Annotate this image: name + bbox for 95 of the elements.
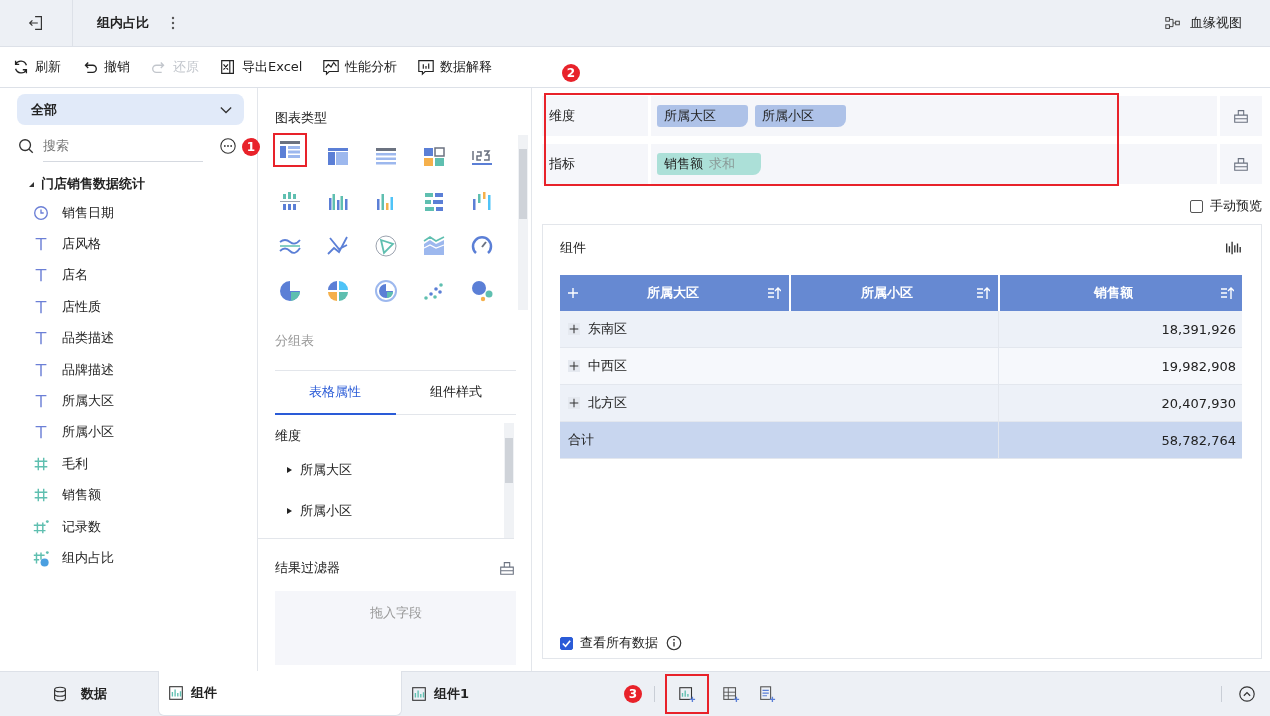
expand-icon[interactable]: [568, 323, 580, 335]
field-name[interactable]: 品类描述: [62, 329, 114, 348]
sort-icon[interactable]: [975, 286, 990, 300]
more-options-icon[interactable]: [219, 137, 237, 155]
shelf-label: 维度: [542, 96, 648, 136]
table-cell: 东南区: [560, 311, 999, 348]
exit-icon[interactable]: [27, 14, 45, 32]
sheet-tab[interactable]: 数据: [0, 671, 158, 716]
clock-icon: [32, 203, 50, 222]
section-label: 维度: [275, 427, 302, 445]
radar-chart-icon[interactable]: [374, 234, 398, 259]
caret-icon: [285, 506, 293, 515]
field-pill[interactable]: 所属小区: [755, 105, 846, 127]
tab[interactable]: 组件样式: [395, 371, 516, 415]
add-chart-button[interactable]: [667, 676, 707, 712]
field-name[interactable]: 销售日期: [62, 203, 114, 222]
line-chart-icon: [322, 58, 341, 76]
checkbox-label: 查看所有数据: [580, 634, 658, 652]
info-icon[interactable]: [665, 634, 683, 652]
sort-icon[interactable]: [767, 286, 782, 300]
excel-icon: [219, 58, 237, 76]
field-name[interactable]: 组内占比: [62, 549, 114, 567]
add-document-icon: [758, 685, 776, 703]
toolbar-button[interactable]: 性能分析: [322, 58, 398, 76]
expand-icon[interactable]: [568, 397, 580, 409]
toolbar-button[interactable]: 数据解释: [417, 58, 493, 76]
field-name[interactable]: 店风格: [62, 235, 101, 254]
lineage-view-button[interactable]: 血缘视图: [1158, 13, 1248, 33]
section-title: 图表类型: [275, 109, 328, 127]
annotation-badge: 3: [624, 685, 642, 703]
field-pill[interactable]: 销售额 求和: [657, 153, 761, 175]
donut-chart-icon[interactable]: [374, 278, 398, 303]
field-name[interactable]: 记录数: [62, 517, 101, 536]
toolbar-button[interactable]: 刷新: [12, 58, 61, 76]
field-name[interactable]: 店名: [62, 266, 88, 285]
scope-dropdown[interactable]: 全部: [17, 94, 244, 125]
field-name[interactable]: 所属小区: [62, 423, 114, 442]
field-name[interactable]: 销售额: [62, 486, 101, 505]
property-item[interactable]: 所属小区: [275, 490, 501, 531]
field-name[interactable]: 店性质: [62, 297, 101, 316]
tree-group[interactable]: 门店销售数据统计: [27, 173, 257, 195]
bar-chart-icon: [167, 684, 185, 702]
field-name[interactable]: 品牌描述: [62, 360, 114, 379]
bar-chart-icon: [410, 684, 428, 703]
field-name[interactable]: 毛利: [62, 454, 88, 473]
expand-icon[interactable]: [568, 360, 580, 372]
scrollbar-thumb[interactable]: [505, 438, 513, 483]
section-title: 结果过滤器: [275, 559, 340, 577]
shelf-drop-area[interactable]: 所属大区 所属小区: [651, 96, 1217, 136]
search-field[interactable]: 搜索: [43, 130, 203, 162]
toolbar-button[interactable]: 导出Excel: [219, 58, 303, 76]
refresh-icon: [12, 58, 30, 76]
checkbox[interactable]: [1190, 199, 1203, 213]
search-icon[interactable]: [17, 137, 35, 155]
annotation-badge: 2: [562, 64, 580, 82]
report-title: 组内占比: [97, 14, 149, 32]
field-pill[interactable]: 所属大区: [657, 105, 748, 127]
chart-type-name: 分组表: [275, 332, 315, 350]
table-cell: 20,407,930: [998, 384, 1242, 422]
shelf-drop-area[interactable]: 销售额 求和: [651, 144, 1217, 184]
table-cell: 中西区: [560, 347, 999, 385]
chevron-down-icon: [220, 105, 232, 114]
table-cell: 合计: [560, 421, 999, 459]
caret-icon: [27, 180, 35, 188]
checkbox[interactable]: [560, 636, 573, 650]
pie-chart-icon[interactable]: [278, 278, 302, 303]
property-item[interactable]: 所属大区: [275, 449, 501, 490]
scrollbar-thumb[interactable]: [519, 149, 527, 219]
table-cell: 18,391,926: [998, 311, 1242, 348]
toolbar-button[interactable]: 撤销: [81, 58, 130, 76]
table-cell: 北方区: [560, 384, 999, 422]
more-icon[interactable]: [171, 16, 175, 30]
calculated-field-icon: [32, 549, 50, 567]
caret-icon: [285, 465, 293, 474]
checkbox-label: 手动预览: [1210, 197, 1262, 215]
field-name[interactable]: 所属大区: [62, 392, 114, 411]
table-cell: 19,982,908: [998, 347, 1242, 385]
bar-chart-icon[interactable]: [1224, 239, 1242, 257]
add-table-icon: [722, 685, 740, 703]
add-chart-icon: [678, 685, 696, 703]
pie-chart-icon[interactable]: [326, 278, 350, 303]
collapse-icon[interactable]: [1238, 685, 1256, 703]
flow-diagram-icon: [1164, 14, 1182, 32]
annotation-badge: 1: [242, 138, 260, 156]
sort-icon[interactable]: [1220, 286, 1234, 300]
plus-icon[interactable]: [568, 288, 578, 298]
database-icon: [51, 684, 69, 703]
tab[interactable]: 表格属性: [275, 371, 396, 415]
bubble-chart-icon[interactable]: [470, 278, 494, 303]
hash-icon: [32, 517, 50, 536]
bar-chart-icon: [417, 58, 436, 76]
shelf-label: 指标: [542, 144, 648, 184]
sheet-tab[interactable]: 组件: [158, 671, 402, 716]
widget-title: 组件: [560, 239, 586, 257]
table-cell: 58,782,764: [998, 421, 1242, 459]
